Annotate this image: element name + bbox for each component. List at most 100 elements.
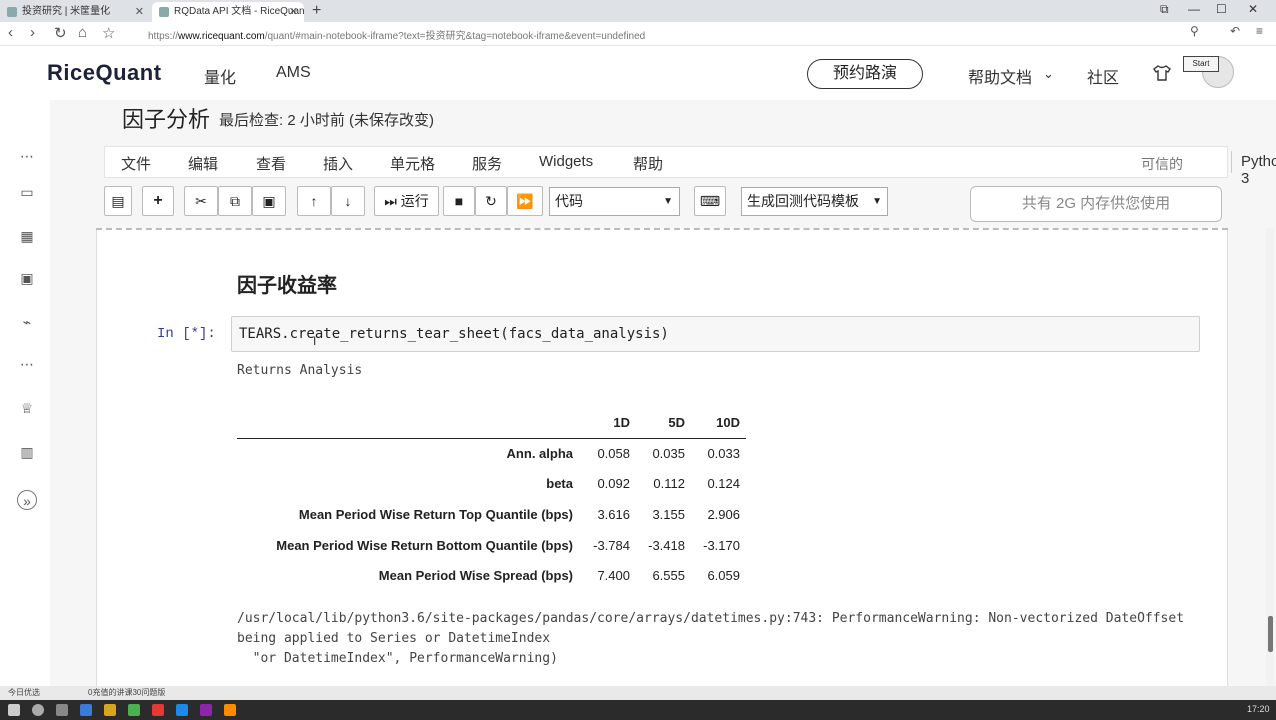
table-header-row: 1D 5D 10D bbox=[237, 408, 746, 439]
interrupt-button[interactable]: ■ bbox=[443, 186, 475, 216]
chevron-down-icon[interactable]: ⌄ bbox=[1043, 66, 1054, 82]
url-path: /quant/#main-notebook-iframe?text=投资研究&t… bbox=[264, 31, 646, 42]
cut-button[interactable]: ✂ bbox=[184, 186, 218, 216]
chart-icon[interactable]: ⌁ bbox=[17, 312, 37, 332]
table-cell: 6.059 bbox=[707, 568, 740, 584]
app-icon[interactable] bbox=[200, 704, 212, 716]
minimize-icon[interactable]: — bbox=[1188, 2, 1200, 16]
table-cell: 0.033 bbox=[707, 446, 740, 462]
tab-label: RQData API 文档 - RiceQuant bbox=[174, 6, 304, 17]
os-taskbar: 17:20 bbox=[0, 700, 1276, 720]
restart-run-all-button[interactable]: ⏩ bbox=[507, 186, 543, 216]
menu-icon[interactable]: ≡ bbox=[1256, 24, 1263, 38]
monitor-icon[interactable]: ▣ bbox=[17, 268, 37, 288]
column-header: 10D bbox=[691, 408, 746, 439]
menu-widgets[interactable]: Widgets bbox=[539, 153, 593, 170]
maximize-icon[interactable]: ☐ bbox=[1216, 2, 1227, 16]
command-palette-button[interactable]: ⌨ bbox=[694, 186, 726, 216]
app-icon[interactable] bbox=[224, 704, 236, 716]
paste-button[interactable]: ▣ bbox=[252, 186, 286, 216]
extensions-icon[interactable]: ⚲ bbox=[1190, 24, 1199, 38]
collapse-icon[interactable]: » bbox=[17, 490, 37, 510]
app-icon[interactable] bbox=[128, 704, 140, 716]
checkpoint-status: 最后检查: 2 小时前 (未保存改变) bbox=[219, 112, 435, 129]
edge-icon[interactable] bbox=[80, 704, 92, 716]
menu-help[interactable]: 帮助 bbox=[633, 153, 663, 174]
undo-icon[interactable]: ↶ bbox=[1230, 24, 1240, 38]
save-button[interactable]: ▤ bbox=[104, 186, 132, 216]
back-icon[interactable]: ‹ bbox=[8, 24, 13, 41]
copy-button[interactable]: ⧉ bbox=[218, 186, 252, 216]
nav-quant[interactable]: 量化 bbox=[204, 64, 236, 88]
reload-icon[interactable]: ↻ bbox=[54, 24, 67, 42]
tshirt-icon[interactable] bbox=[1153, 64, 1171, 87]
app-icon[interactable] bbox=[152, 704, 164, 716]
markdown-heading[interactable]: 因子收益率 bbox=[237, 269, 337, 298]
calendar-icon[interactable]: ▭ bbox=[17, 182, 37, 202]
close-icon[interactable]: ✕ bbox=[289, 2, 298, 22]
step-forward-icon: ⏭ bbox=[384, 193, 397, 209]
table-row: Mean Period Wise Return Top Quantile (bp… bbox=[237, 499, 746, 530]
taskbar-clock: 17:20 bbox=[1247, 704, 1270, 714]
run-button[interactable]: ⏭ 运行 bbox=[374, 186, 439, 216]
building-icon[interactable]: ▥ bbox=[17, 442, 37, 462]
notebook-title[interactable]: 因子分析 bbox=[122, 102, 210, 134]
row-label: Mean Period Wise Return Top Quantile (bp… bbox=[298, 506, 573, 522]
task-view-icon[interactable] bbox=[56, 704, 68, 716]
table-cell: 3.616 bbox=[597, 506, 630, 522]
nav-help-docs[interactable]: 帮助文档 bbox=[968, 64, 1032, 88]
forward-icon[interactable]: › bbox=[30, 24, 35, 41]
ricequant-logo[interactable]: RiceQuant bbox=[47, 60, 162, 86]
new-tab-button[interactable]: + bbox=[312, 0, 321, 22]
menu-kernel[interactable]: 服务 bbox=[472, 153, 502, 174]
menu-view[interactable]: 查看 bbox=[256, 153, 286, 174]
menu-cell[interactable]: 单元格 bbox=[390, 153, 435, 174]
notebook-menubar: 文件 编辑 查看 插入 单元格 服务 Widgets 帮助 可信的 Python… bbox=[104, 146, 1276, 187]
column-header bbox=[237, 408, 579, 439]
returns-analysis-table: 1D 5D 10D Ann. alpha 0.058 0.035 0.033 b… bbox=[237, 408, 746, 591]
input-prompt: In [*]: bbox=[157, 326, 216, 342]
app-icon[interactable] bbox=[176, 704, 188, 716]
trophy-icon[interactable]: ♕ bbox=[17, 398, 37, 418]
site-header: RiceQuant 量化 AMS 预约路演 帮助文档 ⌄ 社区 bbox=[0, 46, 1276, 100]
grid-icon[interactable]: ▦ bbox=[17, 226, 37, 246]
windows-start-icon[interactable] bbox=[8, 704, 20, 716]
bookmark-star-icon[interactable]: ☆ bbox=[102, 24, 115, 42]
trusted-indicator[interactable]: 可信的 bbox=[1141, 154, 1183, 174]
divider bbox=[1231, 151, 1232, 173]
template-value: 生成回测代码模板 bbox=[747, 193, 859, 209]
menu-insert[interactable]: 插入 bbox=[323, 153, 353, 174]
menu-edit[interactable]: 编辑 bbox=[188, 153, 218, 174]
browser-tab-active[interactable]: RQData API 文档 - RiceQuant ✕ bbox=[152, 2, 304, 22]
row-label: Mean Period Wise Return Bottom Quantile … bbox=[276, 537, 573, 553]
cell-separator bbox=[96, 228, 1228, 231]
template-select[interactable]: 生成回测代码模板 ▼ bbox=[741, 187, 888, 216]
home-icon[interactable]: ⌂ bbox=[78, 24, 87, 41]
dropdown-arrow-icon: ▼ bbox=[663, 196, 673, 207]
url-field[interactable]: https://www.ricequant.com/quant/#main-no… bbox=[148, 27, 645, 42]
nav-ams[interactable]: AMS bbox=[276, 64, 311, 82]
table-cell: 0.035 bbox=[652, 446, 685, 462]
profile-icon[interactable]: ⧉ bbox=[1160, 2, 1169, 17]
insert-cell-button[interactable]: + bbox=[142, 186, 174, 216]
close-window-icon[interactable]: ✕ bbox=[1248, 2, 1258, 16]
browser-tab[interactable]: 投资研究 | 米筐量化 ✕ bbox=[0, 2, 150, 22]
start-badge[interactable]: Start bbox=[1183, 56, 1219, 72]
menu-file[interactable]: 文件 bbox=[121, 153, 151, 174]
demo-booking-button[interactable]: 预约路演 bbox=[807, 59, 923, 89]
code-cell-editor[interactable]: TEARS.create_returns_tear_sheet(facs_dat… bbox=[231, 316, 1200, 352]
restart-button[interactable]: ↻ bbox=[475, 186, 507, 216]
move-up-button[interactable]: ↑ bbox=[297, 186, 331, 216]
nav-community[interactable]: 社区 bbox=[1087, 64, 1119, 88]
dots-icon: ⋯ bbox=[20, 356, 34, 372]
close-icon[interactable]: ✕ bbox=[135, 2, 144, 22]
search-icon[interactable] bbox=[32, 704, 44, 716]
cell-type-select[interactable]: 代码 ▼ bbox=[549, 187, 680, 216]
scrollbar-thumb[interactable] bbox=[1268, 616, 1273, 652]
move-down-button[interactable]: ↓ bbox=[331, 186, 365, 216]
plus-icon: + bbox=[153, 192, 163, 209]
folder-icon[interactable] bbox=[104, 704, 116, 716]
address-bar: ‹ › ↻ ⌂ ☆ https://www.ricequant.com/quan… bbox=[0, 22, 1276, 46]
table-cell: -3.170 bbox=[703, 537, 740, 553]
table-cell: 0.124 bbox=[707, 476, 740, 492]
